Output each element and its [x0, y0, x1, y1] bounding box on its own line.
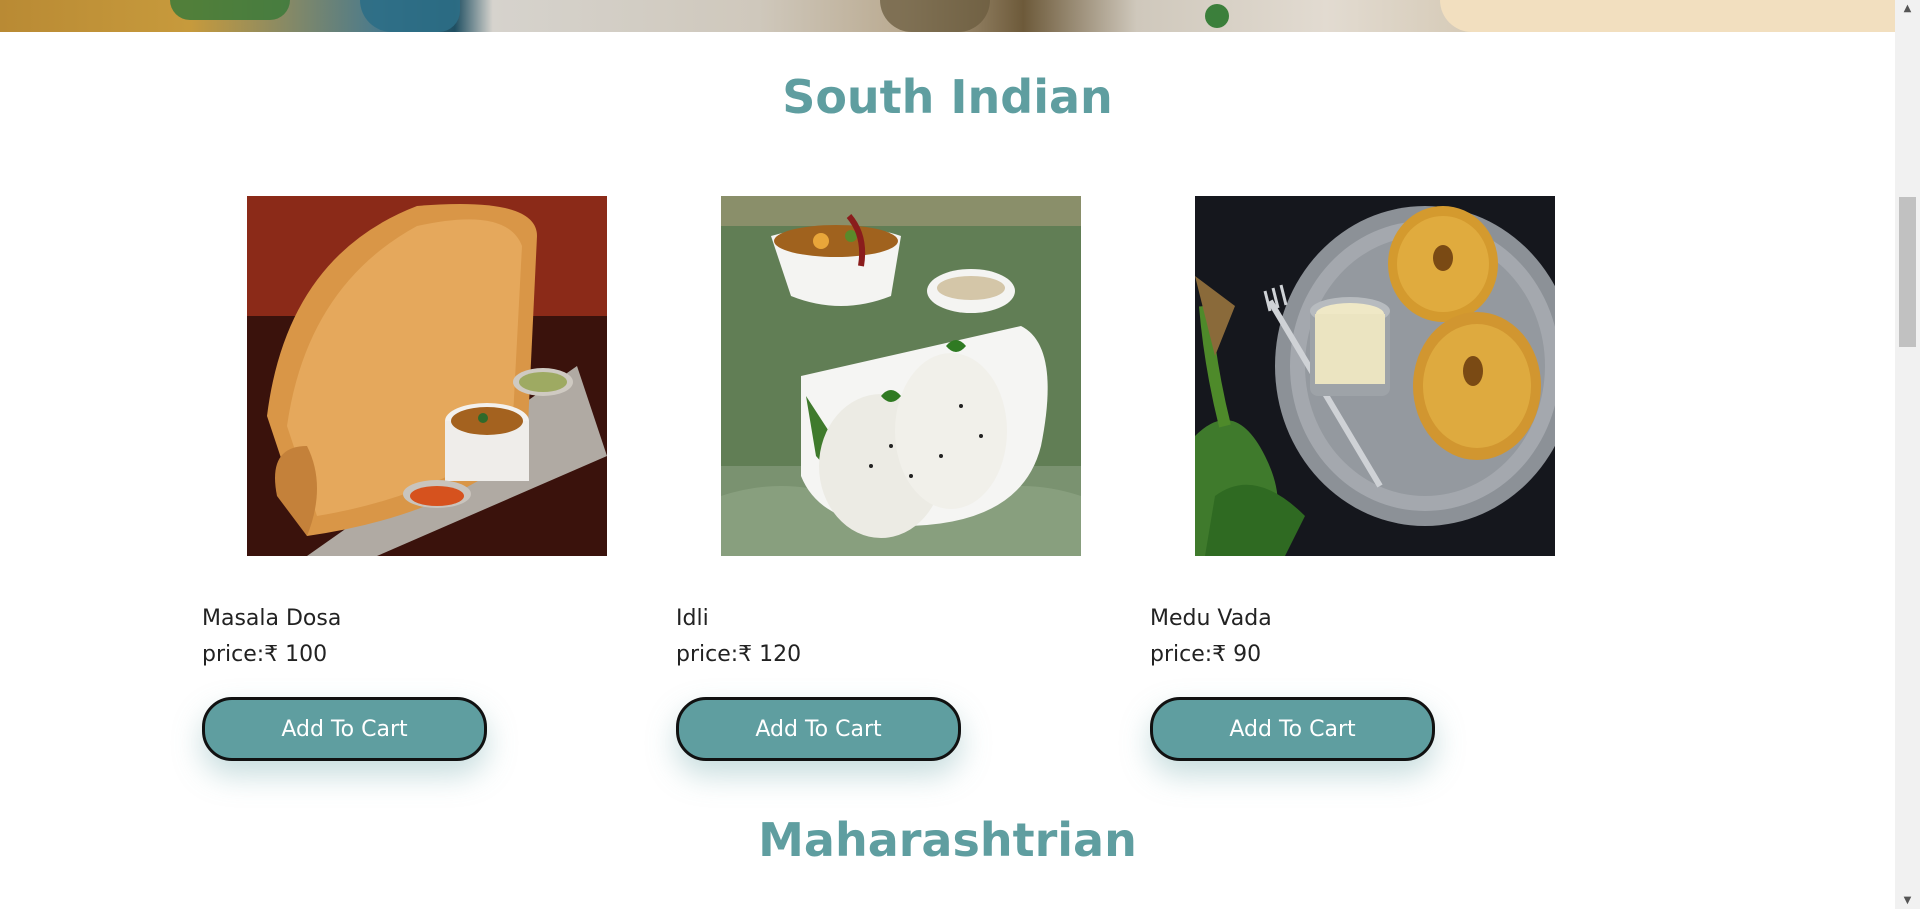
masala-dosa-image — [247, 196, 607, 556]
item-price: price:₹ 100 — [202, 642, 328, 667]
hero-banner-image — [0, 0, 1895, 32]
chevron-up-icon[interactable]: ▲ — [1895, 0, 1920, 17]
item-name: Idli — [676, 606, 709, 631]
item-price: price:₹ 120 — [676, 642, 802, 667]
section-title-maharashtrian: Maharashtrian — [758, 813, 1137, 867]
chevron-down-icon[interactable]: ▼ — [1895, 892, 1920, 909]
add-to-cart-button[interactable]: Add To Cart — [202, 697, 487, 761]
scrollbar-thumb[interactable] — [1899, 197, 1916, 347]
medu-vada-image — [1195, 196, 1555, 556]
item-name: Masala Dosa — [202, 606, 342, 631]
item-price: price:₹ 90 — [1150, 642, 1262, 667]
vertical-scrollbar[interactable]: ▲ ▼ — [1895, 0, 1920, 909]
add-to-cart-button[interactable]: Add To Cart — [1150, 697, 1435, 761]
idli-image — [721, 196, 1081, 556]
page: South Indian Masala Dosa price:₹ 100 Add… — [0, 0, 1895, 909]
item-name: Medu Vada — [1150, 606, 1272, 631]
add-to-cart-button[interactable]: Add To Cart — [676, 697, 961, 761]
section-title-south-indian: South Indian — [782, 70, 1113, 124]
